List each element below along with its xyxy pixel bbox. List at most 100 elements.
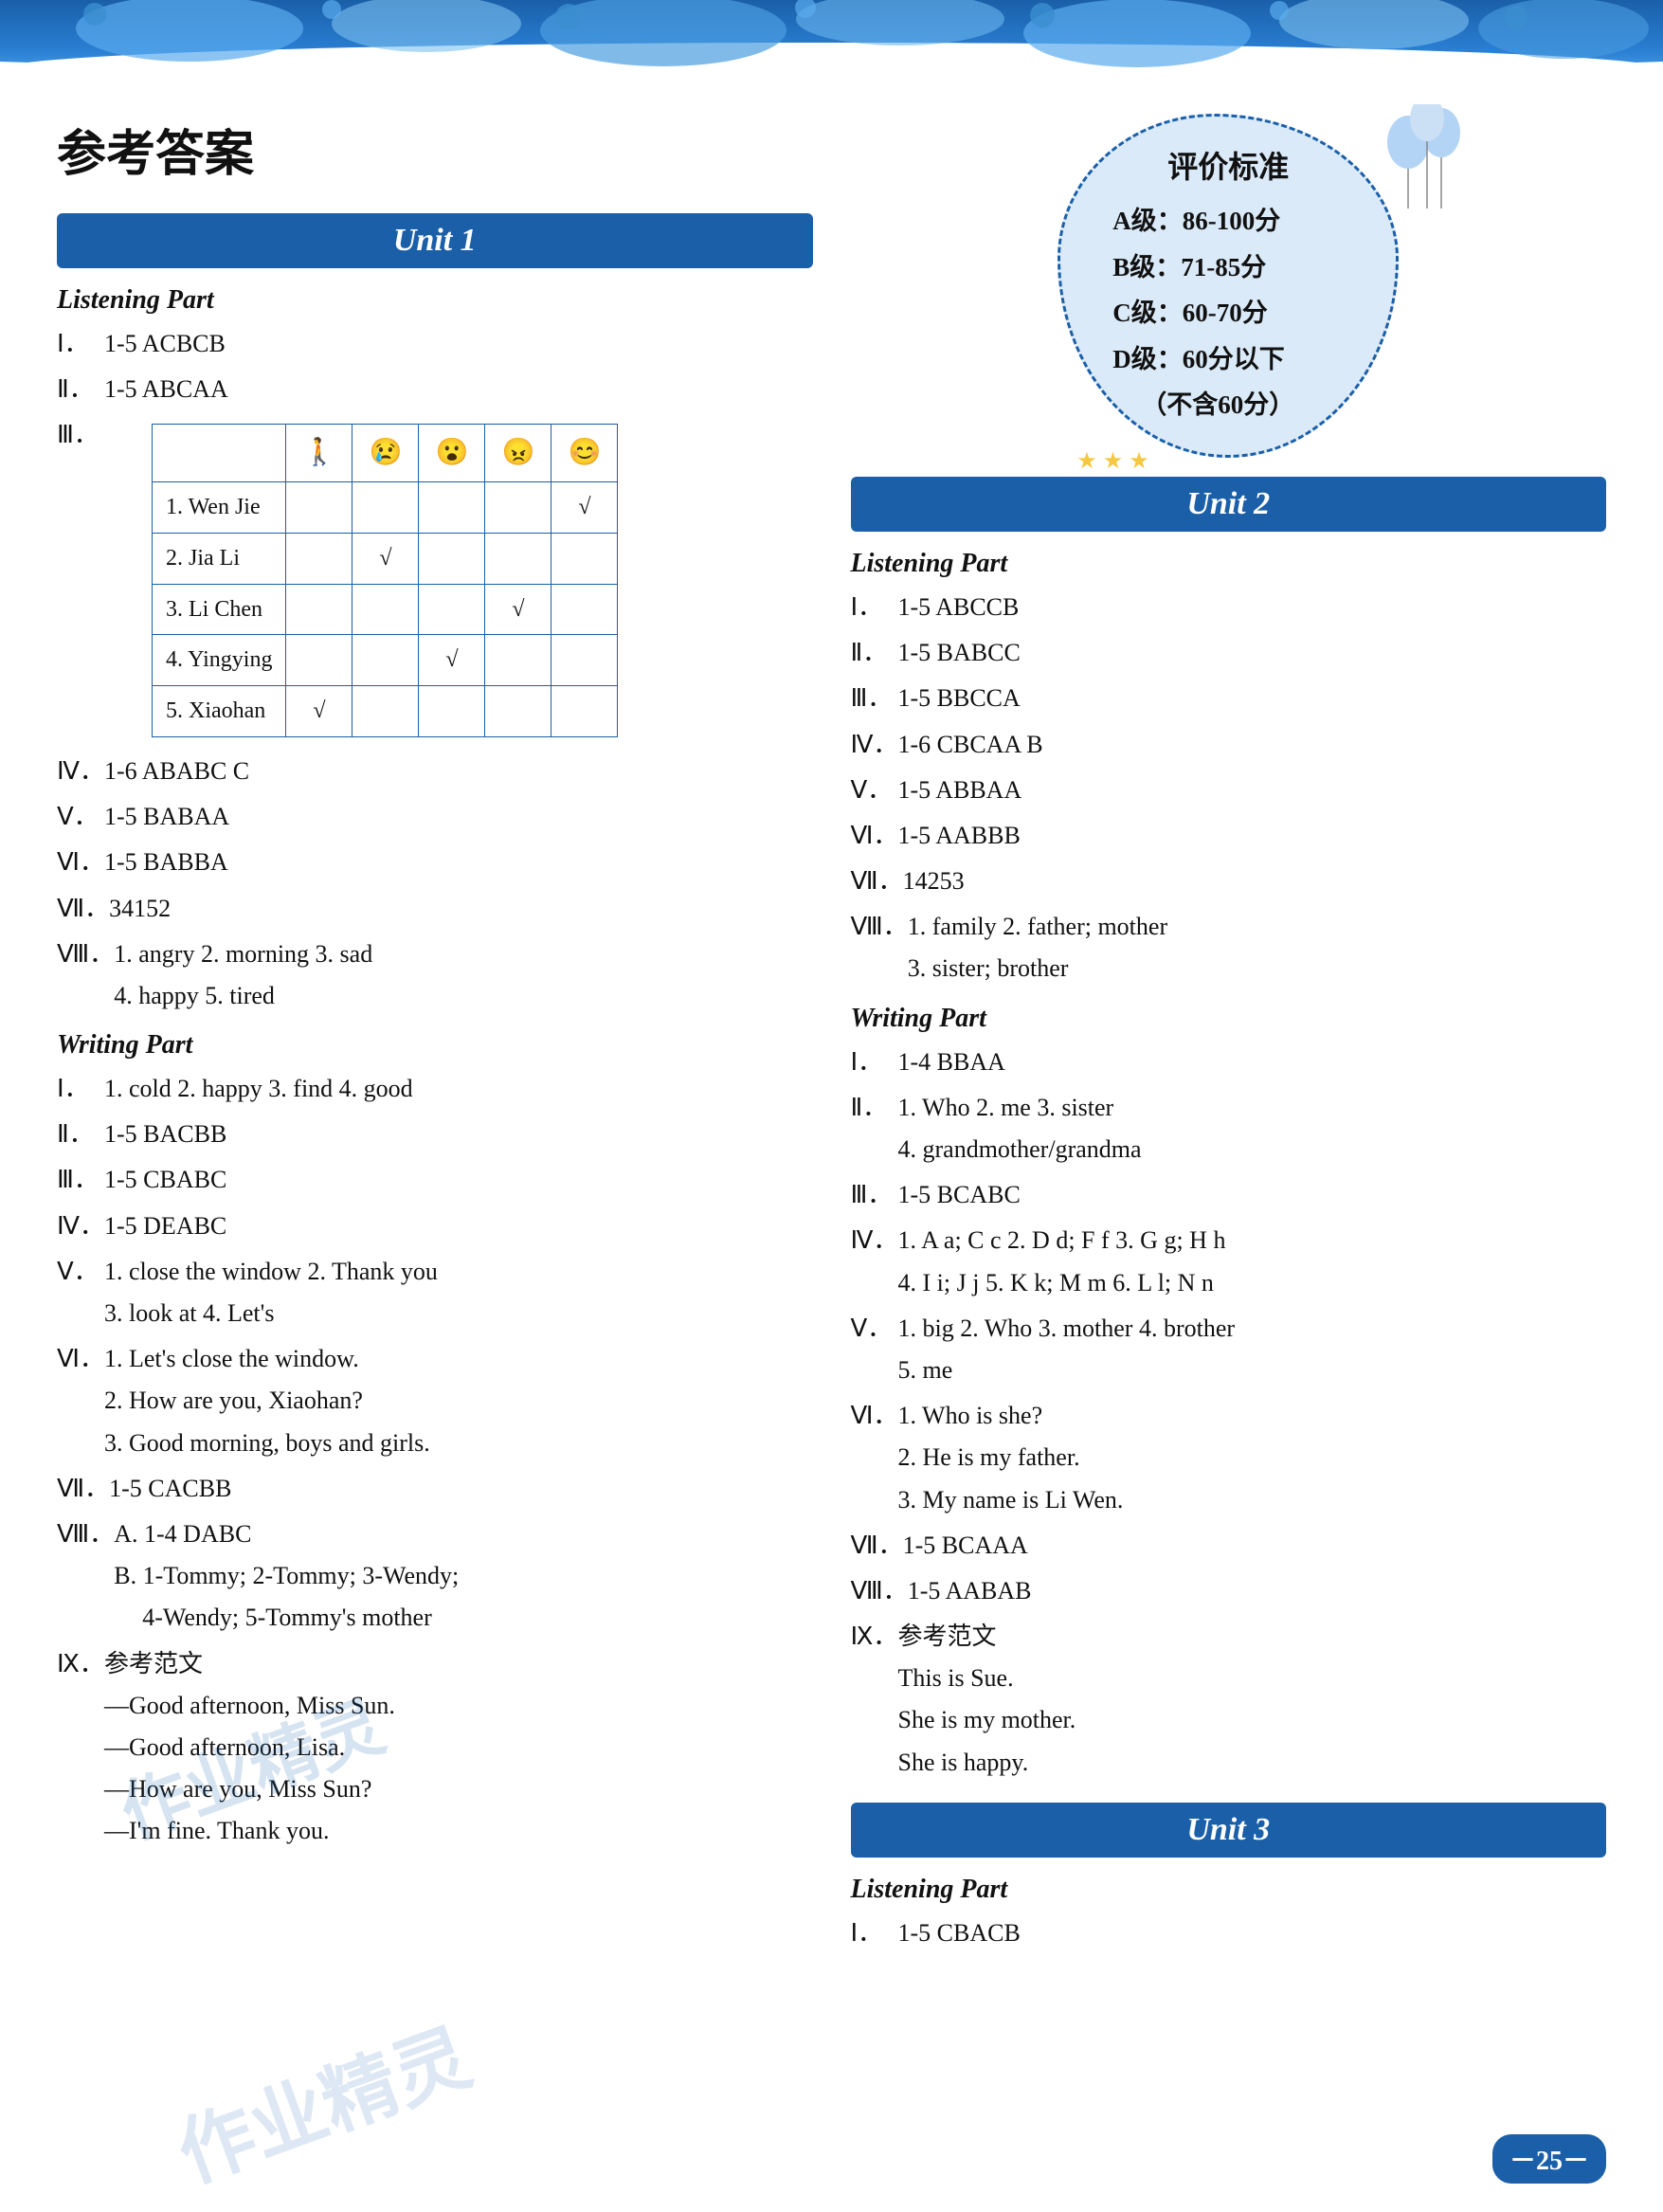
w-answer-8: A. 1-4 DABC B. 1-Tommy; 2-Tommy; 3-Wendy… (114, 1514, 812, 1640)
table-row: 5. Xiaohan √ (153, 686, 618, 737)
table-cell (352, 635, 419, 686)
eval-grade-d: D级：60分以下 (1112, 336, 1344, 383)
w-answer-7: 1-5 CACBB (109, 1468, 812, 1510)
table-row: 1. Wen Jie √ (153, 481, 618, 533)
unit1-write-6: Ⅵ． 1. Let's close the window.2. How are … (57, 1338, 813, 1464)
unit2-write-6: Ⅵ． 1. Who is she? 2. He is my father. 3.… (851, 1395, 1607, 1521)
table-cell (286, 584, 352, 635)
table-cell (286, 481, 352, 533)
roman-5: Ⅴ． (57, 796, 104, 838)
unit1-listen-2: Ⅱ． 1-5 ABCAA (57, 369, 813, 410)
page-title: 参考答案 (57, 114, 813, 185)
table-cell (419, 686, 485, 737)
table-cell-name: 3. Li Chen (153, 584, 286, 635)
table-cell (419, 481, 485, 533)
unit1-write-9: Ⅸ． 参考范文 —Good afternoon, Miss Sun. —Good… (57, 1643, 813, 1853)
answer-1: 1-5 ACBCB (104, 323, 813, 365)
balloon-decoration (1380, 104, 1474, 237)
answer-8: 1. angry 2. morning 3. sad4. happy 5. ti… (114, 934, 812, 1017)
table-header-icon3: 😮 (419, 425, 485, 482)
page-number: －25－ (1492, 2134, 1606, 2184)
unit1-listen-4: Ⅳ． 1-6 ABABC C (57, 751, 813, 792)
unit2-listen-3: Ⅲ． 1-5 BBCCA (851, 678, 1607, 719)
unit2-write-1: Ⅰ． 1-4 BBAA (851, 1042, 1607, 1083)
w-answer-4: 1-5 DEABC (104, 1206, 813, 1247)
top-border (0, 0, 1663, 85)
unit2-write-9: Ⅸ． 参考范文 This is Sue. She is my mother. S… (851, 1616, 1607, 1784)
unit1-listen-8: Ⅷ． 1. angry 2. morning 3. sad4. happy 5.… (57, 934, 813, 1017)
w-roman-2: Ⅱ． (57, 1114, 104, 1155)
watermark-2: 作业精灵 (161, 1997, 483, 2203)
left-column: 参考答案 Unit 1 Listening Part Ⅰ． 1-5 ACBCB … (57, 114, 813, 1958)
unit2-listen-2: Ⅱ． 1-5 BABCC (851, 632, 1607, 674)
balloons-svg (1380, 104, 1474, 237)
table-cell (419, 533, 485, 584)
unit2-write-7: Ⅶ． 1-5 BCAAA (851, 1525, 1607, 1567)
w-answer-1: 1. cold 2. happy 3. find 4. good (104, 1068, 813, 1110)
answer-4: 1-6 ABABC C (104, 751, 813, 792)
roman-7: Ⅶ． (57, 888, 109, 930)
w-roman-7: Ⅶ． (57, 1468, 109, 1510)
unit3-listening-title: Listening Part (851, 1875, 1607, 1905)
table-cell (352, 481, 419, 533)
table-header-name (153, 425, 286, 482)
roman-3: Ⅲ． (57, 414, 104, 456)
w-answer-2: 1-5 BACBB (104, 1114, 813, 1155)
unit2-listen-7: Ⅶ． 14253 (851, 861, 1607, 902)
unit2-listen-1: Ⅰ． 1-5 ABCCB (851, 587, 1607, 628)
table-cell-check: √ (419, 635, 485, 686)
table-cell (551, 533, 618, 584)
answer-5: 1-5 BABAA (104, 796, 813, 838)
table-header-icon1: 🚶 (286, 425, 352, 482)
roman-6: Ⅵ． (57, 842, 104, 883)
unit1-listen-6: Ⅵ． 1-5 BABBA (57, 842, 813, 883)
emotion-table-container: 🚶 😢 😮 😠 😊 1. Wen Jie (104, 414, 618, 747)
stars-decoration: ★ ★ ★ (1076, 447, 1149, 475)
unit1-write-7: Ⅶ． 1-5 CACBB (57, 1468, 813, 1510)
table-cell-check: √ (352, 533, 419, 584)
unit2-listen-6: Ⅵ． 1-5 AABBB (851, 815, 1607, 857)
table-cell (485, 686, 551, 737)
table-header-icon5: 😊 (551, 425, 618, 482)
table-cell (551, 686, 618, 737)
unit2-write-5: Ⅴ． 1. big 2. Who 3. mother 4. brother5. … (851, 1308, 1607, 1391)
w-roman-1: Ⅰ． (57, 1068, 104, 1110)
eval-title: 评价标准 (1112, 143, 1344, 187)
unit2-listen-4: Ⅳ． 1-6 CBCAA B (851, 724, 1607, 766)
w-roman-8: Ⅷ． (57, 1514, 114, 1555)
emotion-table: 🚶 😢 😮 😠 😊 1. Wen Jie (152, 424, 618, 737)
right-column: 评价标准 A级：86-100分 B级：71-85分 C级：60-70分 D级：6… (851, 114, 1607, 1958)
table-header-icon2: 😢 (352, 425, 419, 482)
roman-8: Ⅷ． (57, 934, 114, 975)
unit1-listen-5: Ⅴ． 1-5 BABAA (57, 796, 813, 838)
table-cell (352, 584, 419, 635)
unit2-listen-5: Ⅴ． 1-5 ABBAA (851, 770, 1607, 811)
unit1-write-1: Ⅰ． 1. cold 2. happy 3. find 4. good (57, 1068, 813, 1110)
table-cell (485, 481, 551, 533)
table-cell-name: 1. Wen Jie (153, 481, 286, 533)
eval-note: （不含60分） (1141, 382, 1344, 428)
table-cell (551, 635, 618, 686)
unit1-write-3: Ⅲ． 1-5 CBABC (57, 1159, 813, 1201)
unit2-writing-title: Writing Part (851, 1004, 1607, 1034)
roman-4: Ⅳ． (57, 751, 104, 792)
table-cell-name: 4. Yingying (153, 635, 286, 686)
unit3-header: Unit 3 (851, 1803, 1607, 1858)
table-row: 2. Jia Li √ (153, 533, 618, 584)
unit3-listen-1: Ⅰ． 1-5 CBACB (851, 1913, 1607, 1954)
answer-2: 1-5 ABCAA (104, 369, 813, 410)
w-roman-6: Ⅵ． (57, 1338, 104, 1380)
unit1-listening-title: Listening Part (57, 285, 813, 316)
w-answer-3: 1-5 CBABC (104, 1159, 813, 1201)
unit1-writing-title: Writing Part (57, 1030, 813, 1061)
table-row: 4. Yingying √ (153, 635, 618, 686)
table-cell (286, 635, 352, 686)
table-cell (286, 533, 352, 584)
answer-6: 1-5 BABBA (104, 842, 813, 883)
unit1-write-8: Ⅷ． A. 1-4 DABC B. 1-Tommy; 2-Tommy; 3-We… (57, 1514, 813, 1640)
unit2-listen-8: Ⅷ． 1. family 2. father; mother3. sister;… (851, 906, 1607, 989)
table-header-icon4: 😠 (485, 425, 551, 482)
unit2-write-8: Ⅷ． 1-5 AABAB (851, 1570, 1607, 1612)
eval-container: 评价标准 A级：86-100分 B级：71-85分 C级：60-70分 D级：6… (851, 114, 1607, 458)
unit1-write-5: Ⅴ． 1. close the window 2. Thank you3. lo… (57, 1251, 813, 1334)
